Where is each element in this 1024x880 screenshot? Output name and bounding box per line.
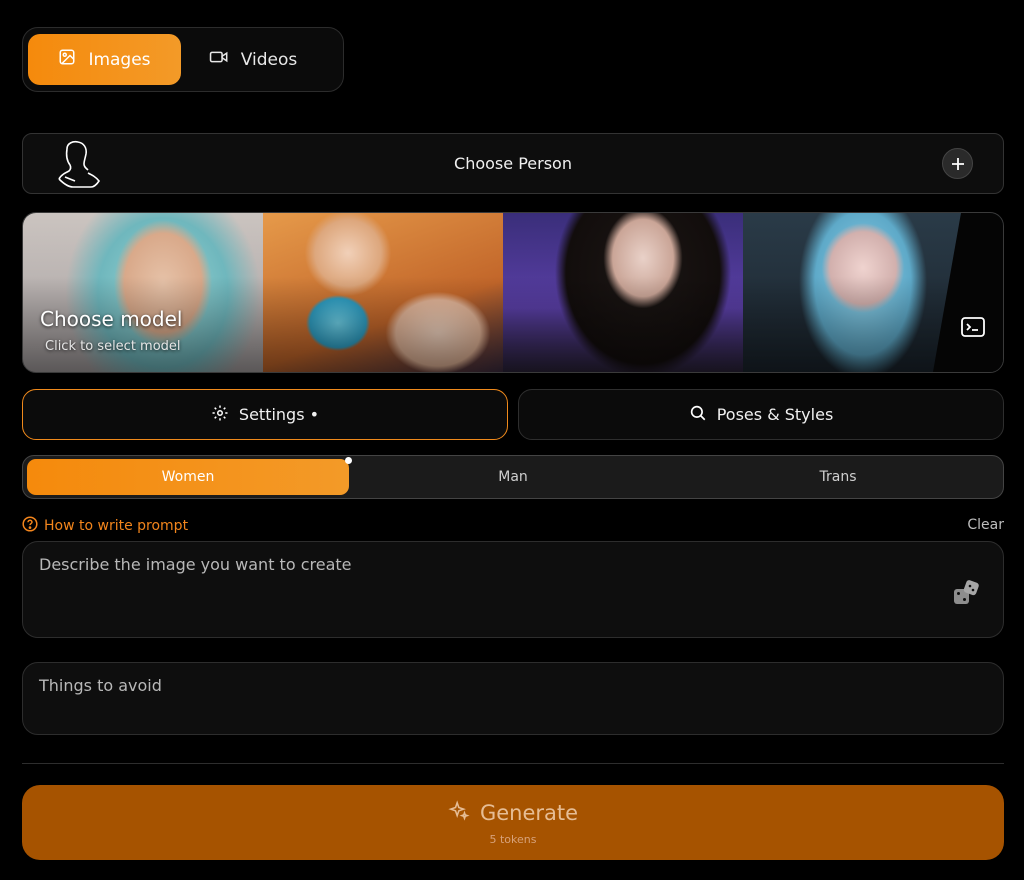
tab-videos[interactable]: Videos [193,34,313,85]
gender-selector: Women Man Trans [22,455,1004,499]
help-label: How to write prompt [44,518,189,534]
generate-button[interactable]: Generate 5 tokens [22,785,1004,860]
poses-styles-button[interactable]: Poses & Styles [518,389,1004,440]
choose-person-label: Choose Person [454,154,572,173]
terminal-icon[interactable] [961,317,985,341]
choose-model-card[interactable]: Choose model Click to select model [22,212,1004,373]
sparkle-icon [448,799,470,827]
plus-icon[interactable] [942,148,973,179]
selection-dot [345,457,352,464]
settings-label: Settings • [238,405,320,424]
question-circle-icon [22,516,38,536]
tab-images-label: Images [88,49,151,70]
tab-man[interactable]: Man [352,459,674,495]
token-cost: 5 tokens [489,832,537,846]
avoid-placeholder: Things to avoid [39,676,162,695]
poses-styles-label: Poses & Styles [716,405,834,424]
model-subtitle: Click to select model [45,339,181,354]
media-type-tabs: Images Videos [22,27,344,92]
clear-button[interactable]: Clear [967,517,1004,533]
model-title: Choose model [40,307,183,331]
dice-icon[interactable] [951,578,981,612]
person-silhouette-icon [53,139,105,195]
how-to-write-prompt-link[interactable]: How to write prompt [22,516,188,536]
tab-videos-label: Videos [240,49,298,70]
generate-label: Generate [479,801,579,825]
tab-trans[interactable]: Trans [677,459,999,495]
tab-images[interactable]: Images [28,34,181,85]
search-icon [689,404,707,426]
prompt-placeholder: Describe the image you want to create [39,555,352,574]
video-camera-icon [209,49,229,70]
tab-women[interactable]: Women [27,459,349,495]
choose-person-button[interactable]: Choose Person [22,133,1004,194]
negative-prompt-input[interactable]: Things to avoid [22,662,1004,735]
image-icon [58,48,76,71]
gear-icon [211,404,229,426]
divider [22,763,1004,764]
settings-button[interactable]: Settings • [22,389,508,440]
prompt-input[interactable]: Describe the image you want to create [22,541,1004,638]
